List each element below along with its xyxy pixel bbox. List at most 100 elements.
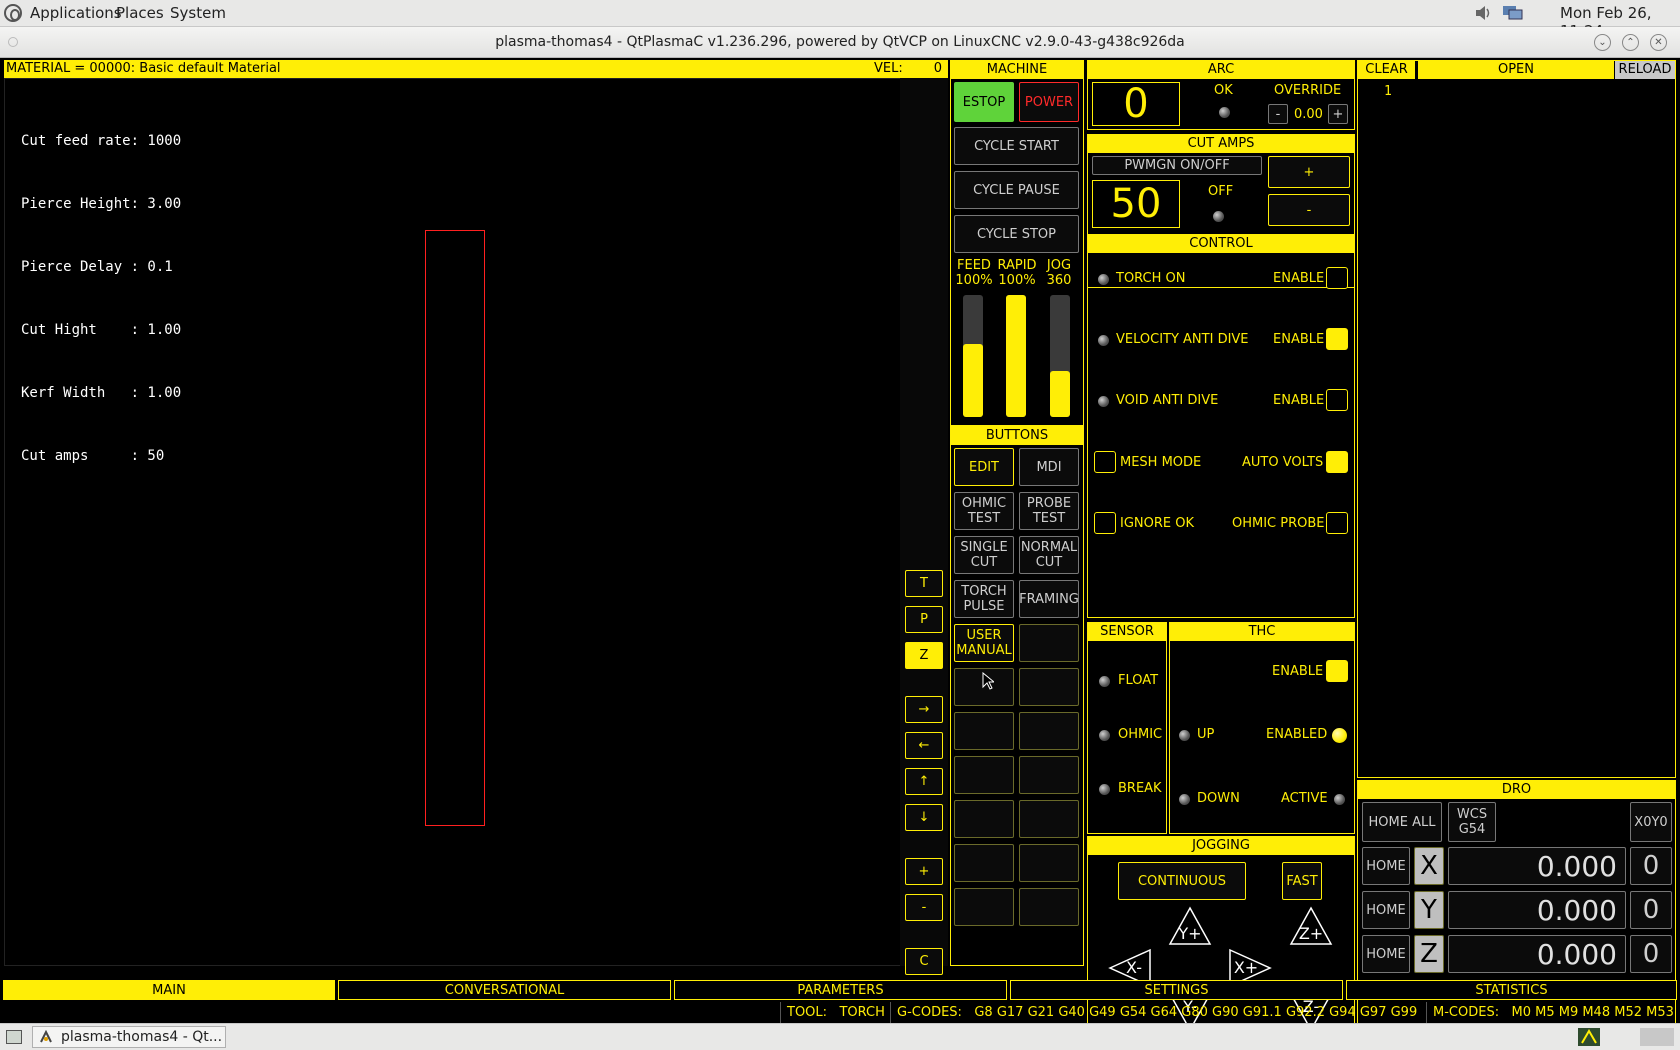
jog-y-plus-button[interactable]: Y+ [1168, 906, 1212, 946]
user-button-empty[interactable] [954, 844, 1014, 882]
minimize-icon[interactable]: ⌄ [1594, 34, 1611, 51]
edit-button[interactable]: EDIT [954, 448, 1014, 486]
wcs-button[interactable]: WCS G54 [1448, 802, 1496, 842]
void-anti-dive-enable-label: ENABLE [1273, 393, 1325, 408]
jog-fast-button[interactable]: FAST [1282, 862, 1322, 900]
x-axis-label[interactable]: X [1414, 847, 1444, 885]
ohmic-test-button[interactable]: OHMIC TEST [954, 492, 1014, 530]
user-button-empty[interactable] [1019, 712, 1079, 750]
tray-app-icon[interactable] [1578, 1028, 1600, 1046]
thc-enable-checkbox[interactable] [1326, 660, 1348, 682]
single-cut-button[interactable]: SINGLE CUT [954, 536, 1014, 574]
home-z-button[interactable]: HOME [1362, 935, 1410, 973]
tab-statistics[interactable]: STATISTICS [1346, 980, 1677, 1000]
y-axis-label[interactable]: Y [1414, 891, 1444, 929]
user-button-empty[interactable] [954, 756, 1014, 794]
tab-main[interactable]: MAIN [3, 980, 335, 1000]
user-button-empty[interactable] [1019, 888, 1079, 926]
tab-settings[interactable]: SETTINGS [1010, 980, 1343, 1000]
cycle-stop-button[interactable]: CYCLE STOP [954, 215, 1079, 253]
user-button-empty[interactable] [954, 800, 1014, 838]
cycle-start-button[interactable]: CYCLE START [954, 127, 1079, 165]
jog-z-plus-label: Z+ [1298, 924, 1324, 943]
cycle-pause-button[interactable]: CYCLE PAUSE [954, 171, 1079, 209]
zoom-out-button[interactable]: - [905, 894, 943, 921]
x0y0-button[interactable]: X0Y0 [1630, 802, 1672, 842]
tool-status: TOOL: TORCH [780, 1002, 885, 1023]
view-z-button[interactable]: Z [905, 642, 943, 669]
home-y-button[interactable]: HOME [1362, 891, 1410, 929]
ignore-ok-checkbox[interactable] [1094, 512, 1116, 534]
gcode-reload-button[interactable]: RELOAD [1615, 61, 1675, 79]
zero-y-button[interactable]: 0 [1630, 891, 1672, 929]
thc-enabled-led [1332, 728, 1347, 743]
jog-slider-fill [1050, 370, 1070, 417]
tab-conversational[interactable]: CONVERSATIONAL [338, 980, 671, 1000]
user-button-empty[interactable] [1019, 756, 1079, 794]
volume-icon[interactable] [1474, 4, 1492, 22]
tab-parameters[interactable]: PARAMETERS [674, 980, 1007, 1000]
workspace-switcher[interactable] [1640, 1028, 1674, 1046]
maximize-icon[interactable]: ⌃ [1622, 34, 1639, 51]
window-titlebar[interactable]: plasma-thomas4 - QtPlasmaC v1.236.296, p… [0, 27, 1680, 58]
gcode-clear-button[interactable]: CLEAR [1358, 61, 1416, 79]
auto-volts-checkbox[interactable] [1326, 451, 1348, 473]
mesh-mode-checkbox[interactable] [1094, 451, 1116, 473]
gcode-preview[interactable]: Cut feed rate: 1000 Pierce Height: 3.00 … [4, 78, 948, 966]
cut-amps-minus-button[interactable]: - [1268, 194, 1350, 226]
estop-button[interactable]: ESTOP [954, 82, 1014, 122]
taskbar-window-button[interactable]: plasma-thomas4 - Qt... [32, 1026, 226, 1048]
cut-amps-plus-button[interactable]: + [1268, 156, 1350, 188]
feed-slider[interactable] [963, 295, 983, 417]
override-plus-button[interactable]: + [1328, 104, 1348, 124]
zero-z-button[interactable]: 0 [1630, 935, 1672, 973]
pan-right-button[interactable]: → [905, 696, 943, 723]
user-button-empty[interactable] [1019, 844, 1079, 882]
velocity-anti-dive-checkbox[interactable] [1326, 328, 1348, 350]
user-button-empty[interactable] [1019, 800, 1079, 838]
applications-menu[interactable]: Applications [30, 4, 122, 22]
mdi-button[interactable]: MDI [1019, 448, 1079, 486]
distro-logo-icon[interactable] [4, 4, 22, 22]
pan-up-button[interactable]: ↑ [905, 768, 943, 795]
show-desktop-icon[interactable] [6, 1030, 22, 1044]
clear-preview-button[interactable]: C [905, 948, 943, 975]
view-perspective-button[interactable]: P [905, 606, 943, 633]
system-menu[interactable]: System [170, 4, 226, 22]
torch-enable-checkbox[interactable] [1326, 267, 1348, 289]
rapid-slider[interactable] [1006, 295, 1026, 417]
jog-continuous-button[interactable]: CONTINUOUS [1118, 862, 1246, 900]
pan-down-button[interactable]: ↓ [905, 804, 943, 831]
places-menu[interactable]: Places [116, 4, 164, 22]
pan-left-button[interactable]: ← [905, 732, 943, 759]
ohmic-probe-checkbox[interactable] [1326, 512, 1348, 534]
cut-amps-display: 50 [1092, 180, 1180, 228]
jog-slider[interactable] [1050, 295, 1070, 417]
view-top-button[interactable]: T [905, 570, 943, 597]
user-button-empty[interactable] [1019, 668, 1079, 706]
z-axis-label[interactable]: Z [1414, 935, 1444, 973]
pwmgn-toggle-button[interactable]: PWMGN ON/OFF [1092, 156, 1262, 175]
ohmic-probe-label: OHMIC PROBE [1232, 516, 1325, 531]
power-button[interactable]: POWER [1019, 82, 1079, 122]
zero-x-button[interactable]: 0 [1630, 847, 1672, 885]
framing-button[interactable]: FRAMING [1019, 580, 1079, 618]
home-all-button[interactable]: HOME ALL [1362, 802, 1442, 842]
torch-pulse-button[interactable]: TORCH PULSE [954, 580, 1014, 618]
home-x-button[interactable]: HOME [1362, 847, 1410, 885]
gcode-open-button[interactable]: OPEN [1418, 61, 1614, 79]
user-button-empty[interactable] [1019, 624, 1079, 662]
override-minus-button[interactable]: - [1268, 104, 1288, 124]
user-button-empty[interactable] [954, 888, 1014, 926]
probe-test-button[interactable]: PROBE TEST [1019, 492, 1079, 530]
close-icon[interactable]: ✕ [1650, 34, 1667, 51]
network-icon[interactable] [1502, 4, 1524, 22]
window-menu-icon[interactable] [8, 37, 18, 47]
user-button-empty[interactable] [954, 712, 1014, 750]
jog-z-plus-button[interactable]: Z+ [1289, 906, 1333, 946]
user-manual-button[interactable]: USER MANUAL [954, 624, 1014, 662]
cut-amps-off-label: OFF [1208, 184, 1234, 199]
normal-cut-button[interactable]: NORMAL CUT [1019, 536, 1079, 574]
void-anti-dive-checkbox[interactable] [1326, 389, 1348, 411]
zoom-in-button[interactable]: + [905, 858, 943, 885]
